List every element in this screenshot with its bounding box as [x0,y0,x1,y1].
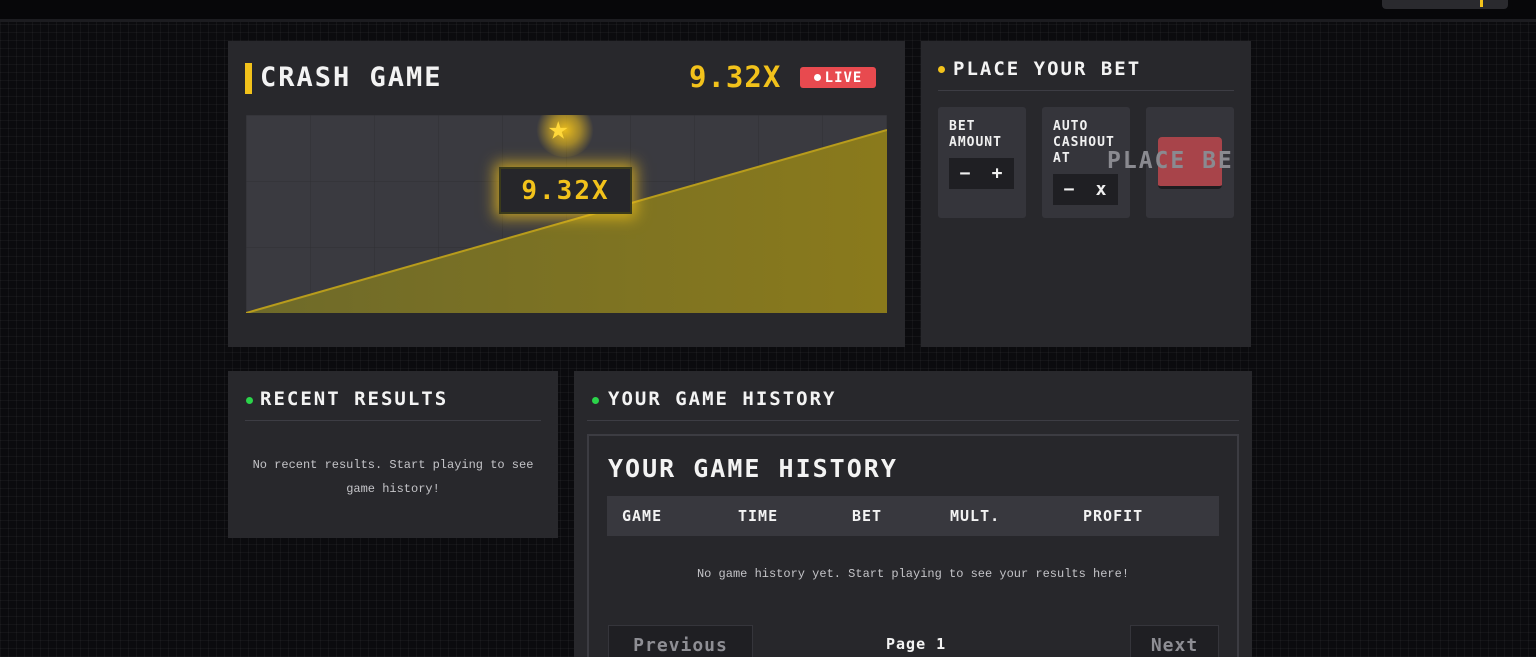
crash-game-panel: CRASH GAME 9.32x LIVE ★ 9.32x [228,41,905,347]
history-section-title: YOUR GAME HISTORY [608,388,837,410]
column-header-profit: PROFIT [1083,507,1144,525]
bet-amount-card: BET AMOUNT − + [938,107,1026,218]
divider [245,420,541,421]
bet-panel: PLACE YOUR BET BET AMOUNT − + AUTO CASHO… [921,41,1251,347]
history-table-container: YOUR GAME HISTORY GAME TIME BET MULT. PR… [587,434,1239,657]
column-header-time: TIME [738,507,779,525]
history-inner-title: YOUR GAME HISTORY [608,454,898,483]
bet-title-dot-icon [938,66,945,73]
title-accent-bar [245,63,252,94]
current-multiplier: 9.32x [689,60,782,94]
crash-game-title: CRASH GAME [260,62,443,93]
history-empty-message: No game history yet. Start playing to se… [696,567,1130,581]
recent-results-title: RECENT RESULTS [260,388,449,410]
auto-cashout-stepper: − x [1053,174,1118,205]
star-icon: ★ [548,115,569,148]
previous-page-button[interactable]: Previous [608,625,753,657]
history-table-header: GAME TIME BET MULT. PROFIT [607,496,1219,536]
cashout-multiplier-suffix[interactable]: x [1085,179,1117,200]
live-label: LIVE [824,69,863,86]
place-bet-label[interactable]: PLACE BE [1107,148,1234,174]
lightning-icon [1480,0,1483,7]
column-header-mult: MULT. [950,507,1001,525]
top-navbar [0,0,1536,22]
recent-empty-message: No recent results. Start playing to see … [252,458,534,496]
divider [587,420,1239,421]
wallet-widget[interactable] [1382,0,1508,9]
game-history-panel: YOUR GAME HISTORY YOUR GAME HISTORY GAME… [574,371,1252,657]
bet-amount-label: BET AMOUNT [949,119,1002,150]
history-status-dot-icon [592,397,599,404]
next-page-button[interactable]: Next [1130,625,1219,657]
live-badge: LIVE [800,67,876,88]
recent-results-panel: RECENT RESULTS No recent results. Start … [228,371,558,538]
divider [938,90,1234,91]
graph-multiplier-label: 9.32x [499,167,632,214]
recent-status-dot-icon [246,397,253,404]
column-header-game: GAME [622,507,663,525]
column-header-bet: BET [852,507,883,525]
bet-amount-stepper: − + [949,158,1014,189]
bet-minus-button[interactable]: − [949,163,981,184]
bet-plus-button[interactable]: + [981,163,1013,184]
crash-graph: ★ 9.32x [246,115,887,313]
live-dot-icon [813,74,821,81]
page-indicator: Page 1 [886,635,947,653]
cashout-minus-button[interactable]: − [1053,179,1085,200]
bet-panel-title: PLACE YOUR BET [953,58,1142,80]
